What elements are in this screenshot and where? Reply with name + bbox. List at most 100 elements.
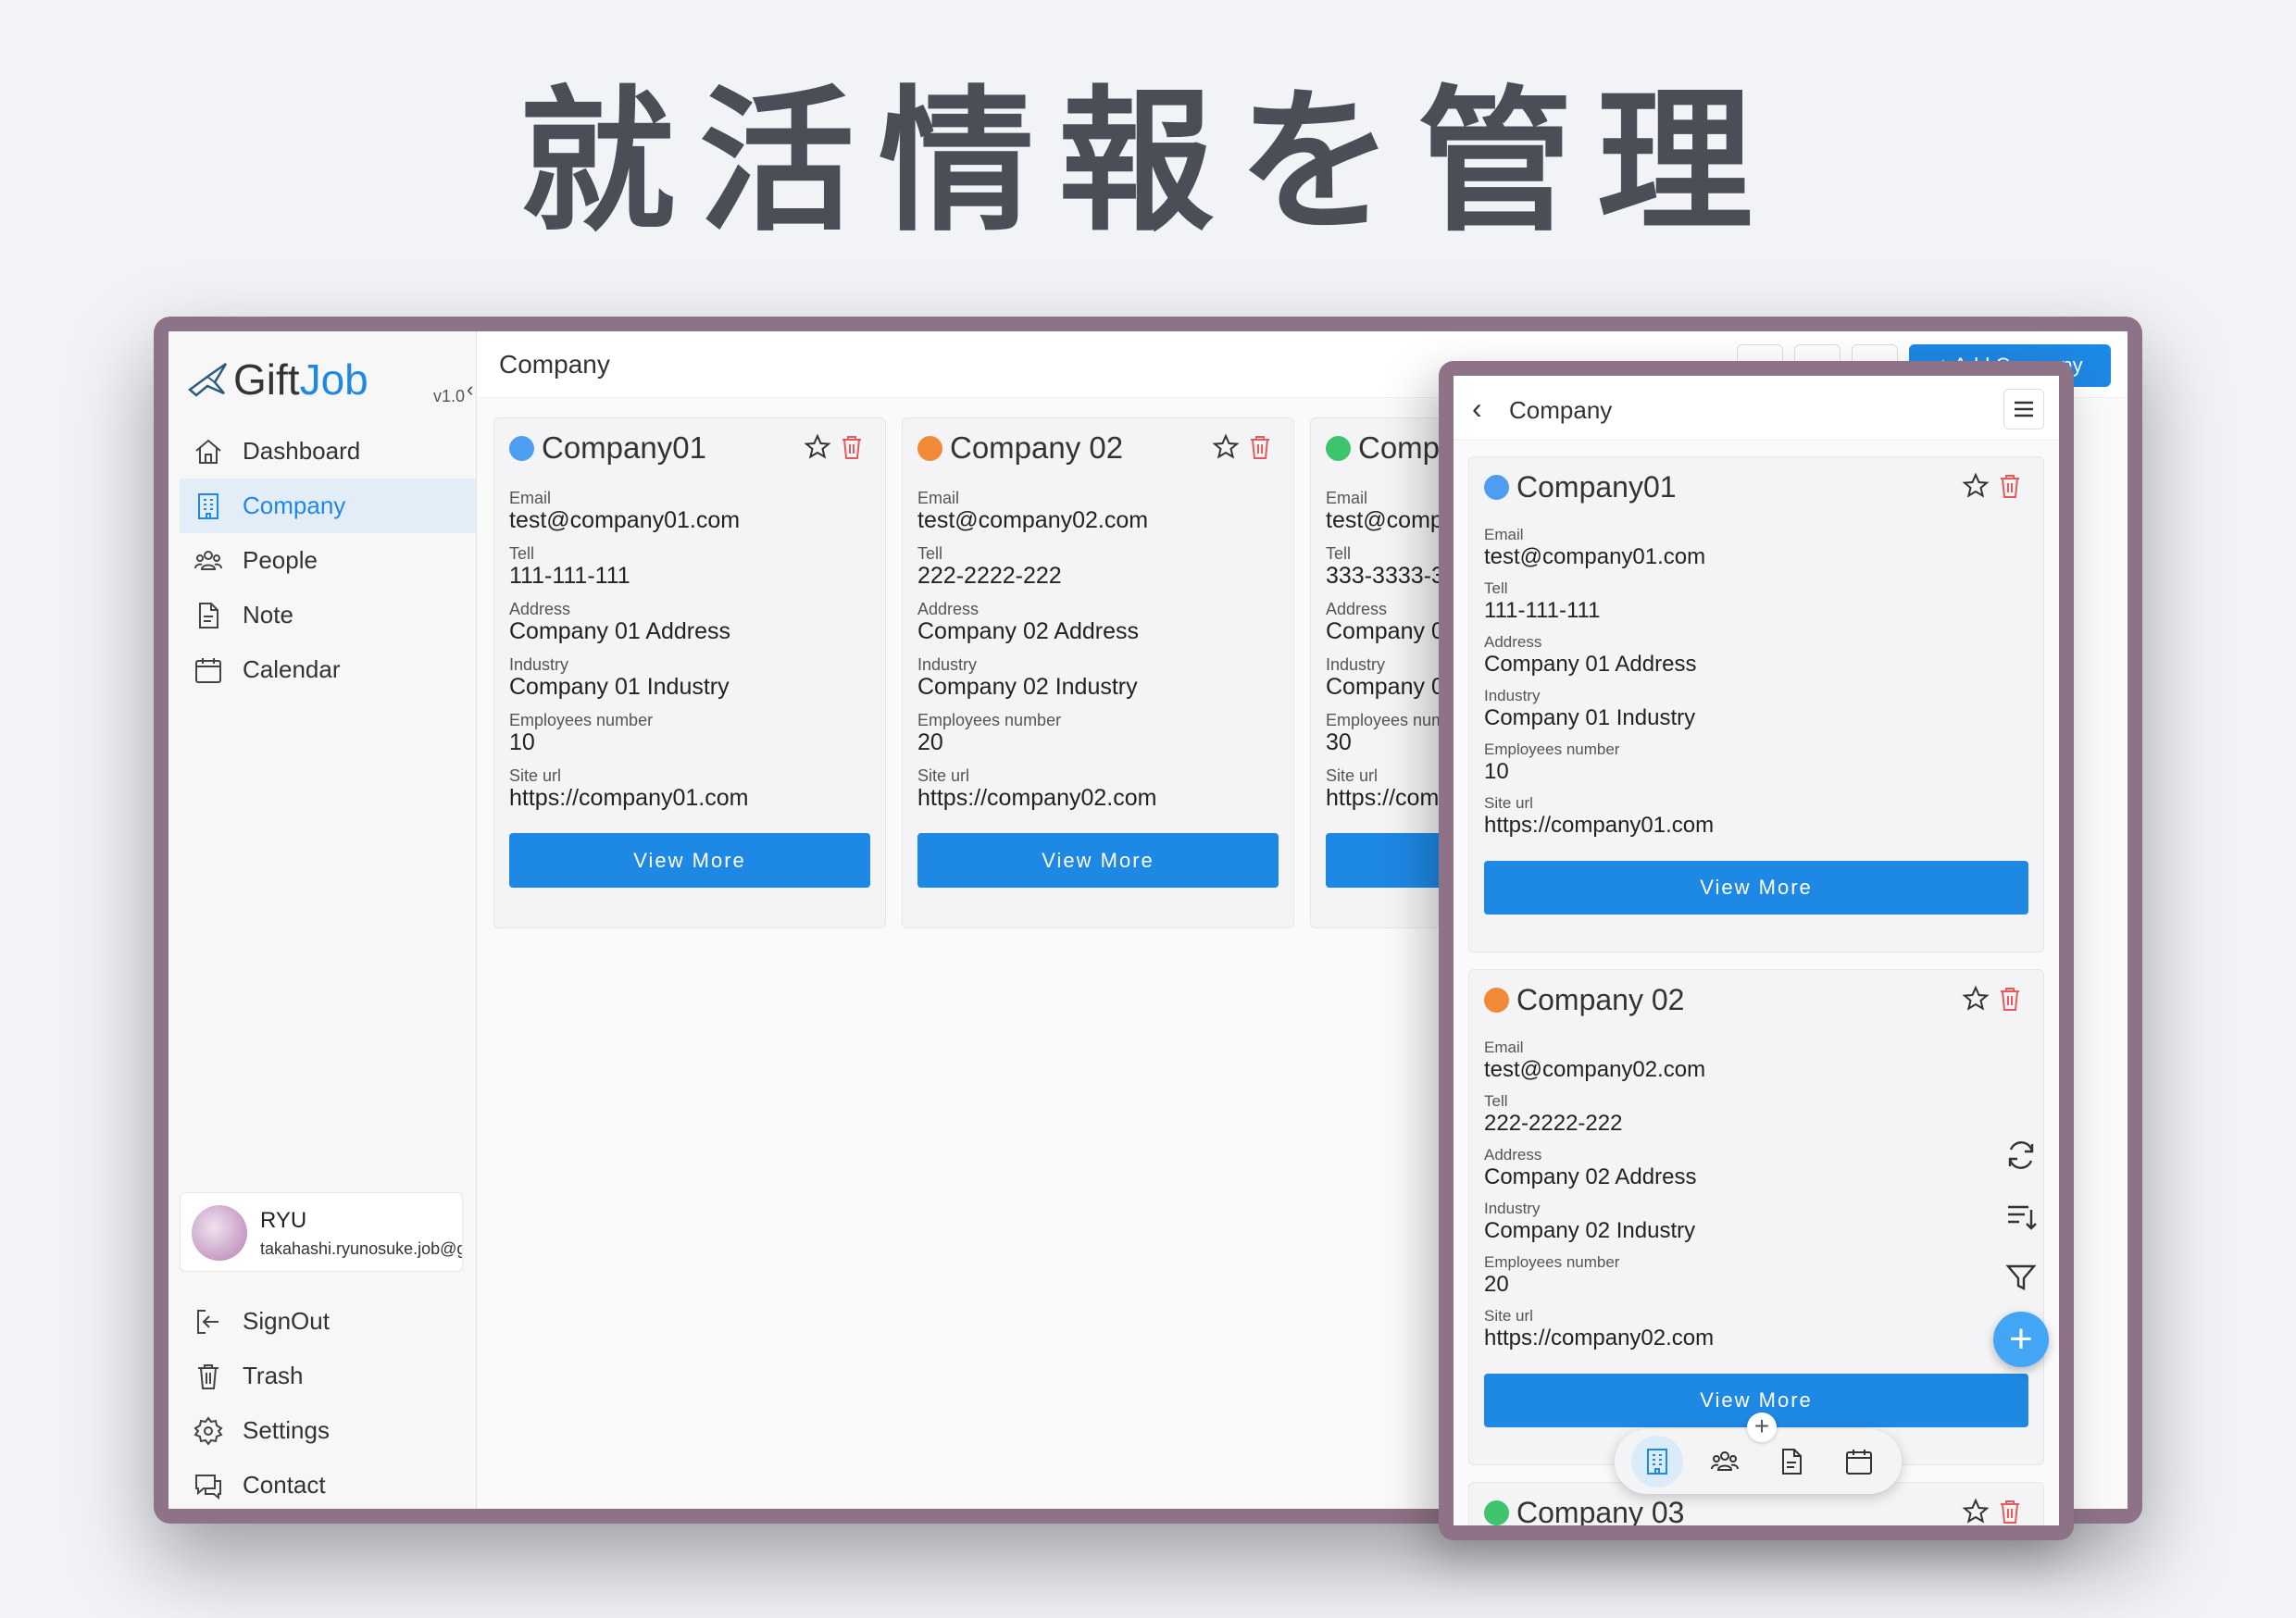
sidebar-item-contact[interactable]: Contact <box>180 1458 476 1509</box>
logo-gift-text: Gift <box>233 355 300 404</box>
tell-label: Tell <box>1484 579 1508 597</box>
address-value: Company 02 Address <box>1484 1164 1697 1189</box>
view-more-button[interactable]: View More <box>509 833 870 888</box>
card-header: Company 02 <box>1484 970 2028 1029</box>
address-label: Address <box>1484 633 1542 651</box>
tab-company[interactable] <box>1631 1436 1684 1487</box>
version-label: v1.0 <box>433 387 466 405</box>
sidebar-item-signout[interactable]: SignOut <box>180 1294 476 1349</box>
sidebar-item-people[interactable]: People <box>180 533 476 588</box>
industry-value: Company 02 Industry <box>1484 1218 1696 1243</box>
tab-note[interactable] <box>1766 1436 1817 1487</box>
delete-icon[interactable] <box>1247 433 1273 461</box>
mobile-topbar: ‹ Company <box>1454 376 2059 441</box>
sidebar-item-dashboard[interactable]: Dashboard <box>180 424 476 479</box>
company-name: Company01 <box>1516 469 1677 504</box>
email-label: Email <box>1484 1039 1524 1056</box>
site-value: https://company02.com <box>1484 1326 1715 1350</box>
industry-label: Industry <box>509 655 569 674</box>
mobile-screen: ‹ Company Company01 Email test@company01… <box>1454 376 2059 1525</box>
sidebar-item-trash[interactable]: Trash <box>180 1349 476 1403</box>
tell-label: Tell <box>509 544 535 563</box>
company-name: Company01 <box>542 430 706 465</box>
sidebar-item-label: Trash <box>243 1362 304 1389</box>
app-logo[interactable]: Gift Job <box>187 352 368 407</box>
sort-icon <box>2008 1205 2037 1230</box>
tell-label: Tell <box>917 544 943 563</box>
delete-icon[interactable] <box>1997 985 2023 1013</box>
site-value: https://company02.com <box>917 785 1157 811</box>
sidebar-item-label: Settings <box>243 1416 330 1444</box>
refresh-button[interactable] <box>1994 1128 2048 1182</box>
status-dot <box>509 435 534 461</box>
email-label: Email <box>917 489 960 507</box>
hamburger-icon <box>2015 401 2033 417</box>
site-label: Site url <box>917 766 970 785</box>
sidebar: Gift Job v1.0 ‹ Dashboard Company People … <box>168 331 477 1509</box>
crane-logo-icon <box>187 362 228 397</box>
mobile-window: ‹ Company Company01 Email test@company01… <box>1439 361 2074 1540</box>
industry-value: Company 01 Industry <box>1484 705 1696 730</box>
user-card[interactable]: RYU takahashi.ryunosuke.job@gmail.com <box>180 1192 463 1272</box>
chat-icon <box>195 1474 221 1500</box>
address-label: Address <box>509 600 571 618</box>
delete-icon[interactable] <box>839 433 865 461</box>
site-value: https://company01.com <box>509 785 749 811</box>
sidebar-nav: Dashboard Company People Note Calendar <box>180 424 476 697</box>
employees-value: 10 <box>1484 759 1509 784</box>
view-more-button[interactable]: View More <box>1484 861 2028 915</box>
avatar <box>192 1205 247 1261</box>
status-dot <box>1326 435 1351 461</box>
star-icon[interactable] <box>1212 433 1240 461</box>
industry-label: Industry <box>1484 1200 1541 1217</box>
email-value: test@company01.com <box>509 507 741 533</box>
filter-button[interactable] <box>1994 1251 2048 1304</box>
star-icon[interactable] <box>1962 985 1990 1013</box>
tab-calendar[interactable] <box>1833 1436 1885 1487</box>
back-button[interactable]: ‹ <box>1472 393 1482 423</box>
note-icon <box>199 602 218 629</box>
sidebar-item-label: Contact <box>243 1471 326 1499</box>
add-company-fab[interactable]: + <box>1993 1312 2049 1367</box>
status-dot <box>1484 1500 1509 1525</box>
delete-icon[interactable] <box>1997 1498 2023 1525</box>
sidebar-item-note[interactable]: Note <box>180 588 476 642</box>
refresh-icon <box>2008 1141 2034 1169</box>
company-name: Company 03 <box>1516 1495 1685 1526</box>
tell-value: 222-2222-222 <box>1484 1111 1623 1136</box>
user-name: RYU <box>260 1208 307 1233</box>
email-value: test@company01.com <box>1484 544 1706 569</box>
star-icon[interactable] <box>1962 472 1990 500</box>
sidebar-item-calendar[interactable]: Calendar <box>180 642 476 697</box>
tab-people[interactable] <box>1699 1436 1751 1487</box>
calendar-icon <box>1845 1450 1872 1475</box>
view-more-button[interactable]: View More <box>917 833 1279 888</box>
status-dot <box>1484 987 1509 1013</box>
site-value: https://company01.com <box>1484 813 1715 838</box>
sidebar-item-label: Note <box>243 601 293 629</box>
calendar-icon <box>195 657 221 683</box>
employees-value: 10 <box>509 729 535 755</box>
collapse-sidebar-button[interactable]: ‹ <box>467 378 473 402</box>
star-icon[interactable] <box>1962 1498 1990 1525</box>
star-icon[interactable] <box>804 433 831 461</box>
mobile-page-title: Company <box>1509 396 1613 424</box>
delete-icon[interactable] <box>1997 472 2023 500</box>
company-card: Company 02 Email test@company02.com Tell… <box>902 417 1294 928</box>
trash-icon <box>198 1363 218 1389</box>
email-value: test@company02.com <box>1484 1057 1706 1082</box>
company-card: Company 02 Email test@company02.com Tell… <box>1468 969 2044 1465</box>
hamburger-menu-button[interactable] <box>2003 389 2044 429</box>
sort-button[interactable] <box>1994 1189 2048 1243</box>
tab-add-button[interactable]: + <box>1747 1413 1777 1442</box>
sidebar-item-settings[interactable]: Settings <box>180 1403 476 1458</box>
address-value: Company 01 Address <box>1484 652 1697 677</box>
employees-label: Employees number <box>1484 1253 1620 1271</box>
address-label: Address <box>1484 1146 1542 1164</box>
site-label: Site url <box>1484 1307 1533 1325</box>
tell-label: Tell <box>1484 1092 1508 1110</box>
gear-icon <box>193 1415 223 1446</box>
filter-icon <box>2005 1264 2037 1290</box>
sidebar-item-company[interactable]: Company <box>180 479 476 533</box>
signout-icon <box>197 1309 218 1334</box>
